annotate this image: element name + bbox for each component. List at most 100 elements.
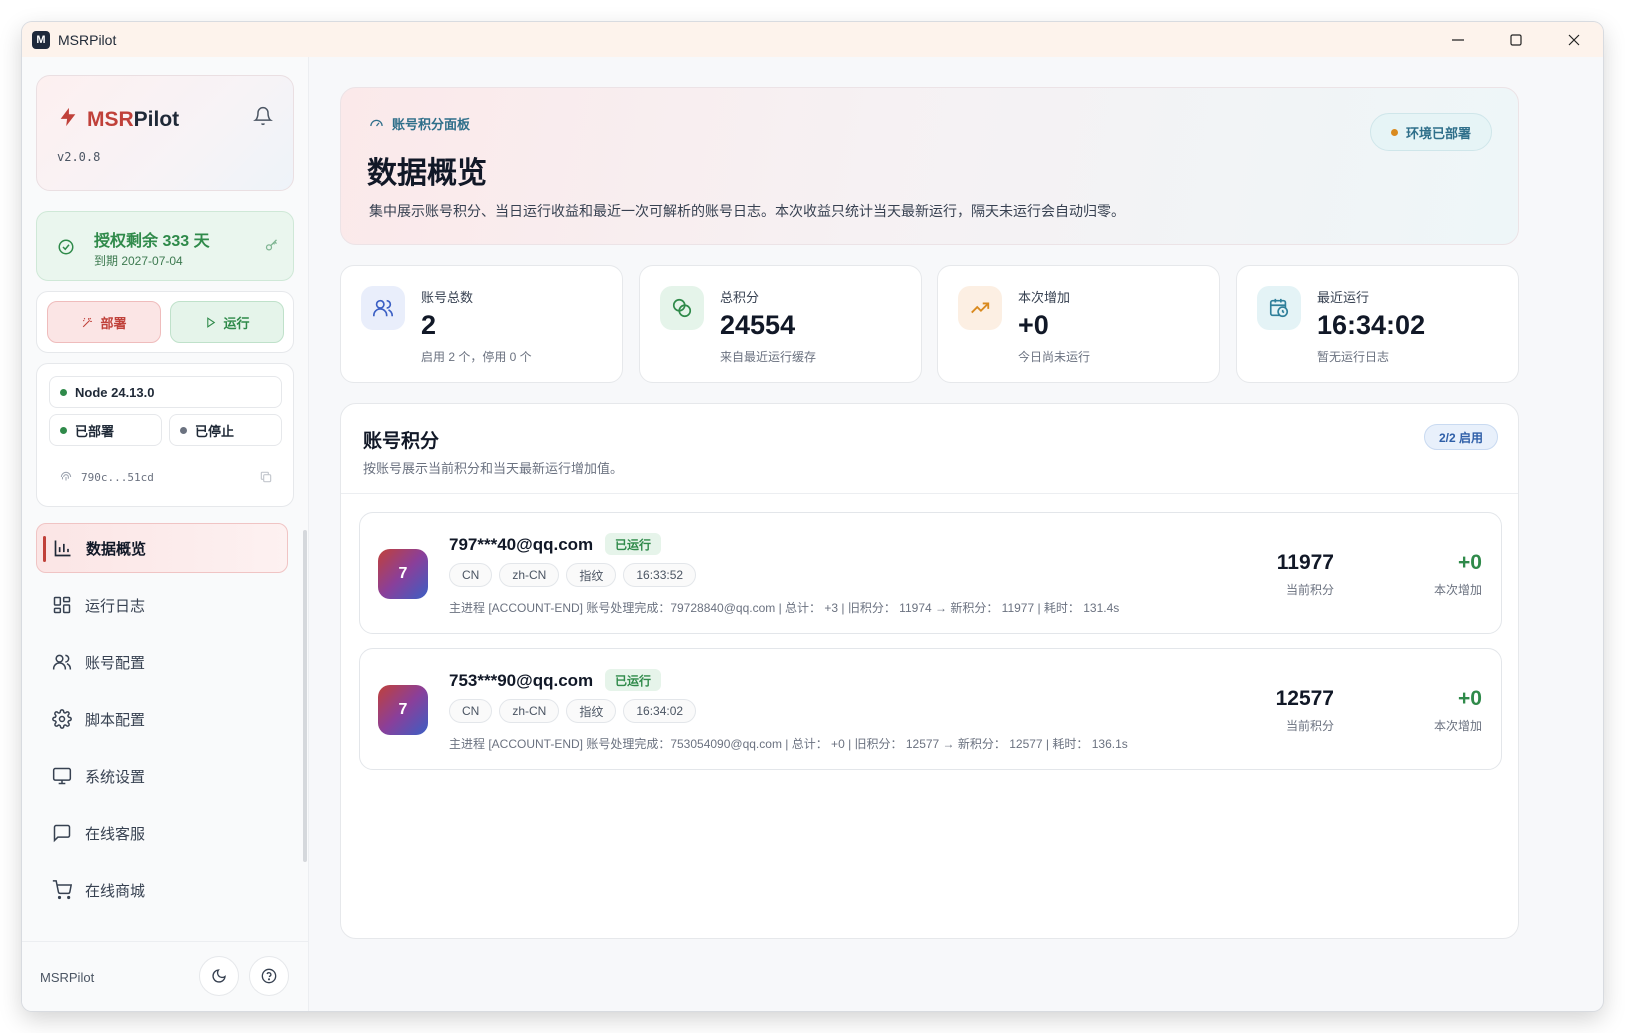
sidebar-item-scripts[interactable]: 脚本配置 [36, 694, 288, 744]
trending-up-icon [958, 286, 1002, 330]
dashboard-icon [53, 596, 71, 614]
help-button[interactable] [249, 956, 289, 996]
monitor-icon [52, 767, 72, 785]
page-description: 集中展示账号积分、当日运行收益和最近一次可解析的账号日志。本次收益只统计当天最新… [369, 203, 1125, 219]
points-label: 当前积分 [1285, 719, 1334, 733]
avatar: 7 [378, 549, 428, 599]
status-badge: 已运行 [605, 669, 662, 691]
maximize-button[interactable] [1487, 22, 1545, 57]
account-email: 797***40@qq.com [449, 535, 594, 554]
theme-toggle-button[interactable] [199, 956, 239, 996]
sidebar-item-label: 在线商城 [85, 882, 146, 900]
gear-icon [52, 709, 72, 729]
sidebar: MSRPilot v2.0.8 授权剩余 333 天 到期 2027-07-04… [22, 57, 309, 1011]
sidebar-item-label: 系统设置 [85, 768, 146, 786]
points-label: 当前积分 [1285, 583, 1334, 597]
key-icon[interactable] [264, 238, 279, 258]
account-chips: CN zh-CN 指纹 16:33:52 [449, 563, 703, 587]
deploy-button[interactable]: 部署 [47, 301, 161, 343]
bolt-icon [57, 106, 79, 133]
avatar: 7 [378, 685, 428, 735]
minimize-icon [1452, 38, 1464, 41]
increase-value: +0 [1458, 551, 1482, 574]
maximize-icon [1510, 33, 1522, 46]
sidebar-item-logs[interactable]: 运行日志 [36, 580, 288, 630]
license-expiry: 到期 2027-07-04 [94, 254, 183, 268]
help-icon [261, 968, 277, 984]
increase-value: +0 [1458, 687, 1482, 710]
account-email: 753***90@qq.com [449, 671, 594, 690]
bar-chart-icon [54, 540, 71, 557]
calendar-clock-icon [1257, 286, 1301, 330]
hero-tag-label: 账号积分面板 [392, 117, 471, 132]
sidebar-nav: 数据概览 运行日志 账号配置 脚本配置 系统设置 在线客服 在线商城 [36, 523, 288, 922]
account-log: 主进程 [ACCOUNT-END] 账号处理完成：753054090@qq.co… [449, 737, 1128, 751]
locale-chip: zh-CN [499, 699, 560, 723]
minimize-button[interactable] [1429, 22, 1487, 57]
sidebar-item-overview[interactable]: 数据概览 [36, 523, 288, 573]
license-card: 授权剩余 333 天 到期 2027-07-04 [36, 211, 294, 281]
account-row[interactable]: 7 753***90@qq.com 已运行 CN zh-CN 指纹 16:34:… [359, 648, 1502, 770]
close-icon [1568, 34, 1580, 45]
account-row[interactable]: 7 797***40@qq.com 已运行 CN zh-CN 指纹 16:33:… [359, 512, 1502, 634]
stat-value: 16:34:02 [1317, 310, 1426, 340]
sidebar-item-shop[interactable]: 在线商城 [36, 865, 288, 915]
brand-name-a: MSR [87, 107, 134, 131]
title-bar: M MSRPilot [22, 22, 1603, 57]
account-log: 主进程 [ACCOUNT-END] 账号处理完成：79728840@qq.com… [449, 601, 1120, 615]
stat-card-points: 总积分 24554 来自最近运行缓存 [639, 265, 922, 383]
stat-card-last-run: 最近运行 16:34:02 暂无运行日志 [1236, 265, 1519, 383]
copy-icon [260, 471, 272, 483]
sidebar-item-system[interactable]: 系统设置 [36, 751, 288, 801]
stopped-label: 已停止 [195, 423, 235, 439]
stat-label: 账号总数 [421, 290, 474, 305]
current-points: 11977 当前积分 [1277, 551, 1334, 598]
deploy-label: 部署 [100, 315, 127, 331]
panel-header: 账号积分 按账号展示当前积分和当天最新运行增加值。 2/2 启用 [341, 404, 1518, 494]
sidebar-scrollbar[interactable] [303, 530, 307, 862]
app-window: M MSRPilot MSRPilot v2.0.8 授权剩余 333 天 到期… [22, 22, 1603, 1011]
current-points: 12577 当前积分 [1276, 687, 1334, 734]
close-button[interactable] [1545, 22, 1603, 57]
node-version-label: Node 24.13.0 [75, 384, 155, 400]
users-icon [361, 286, 405, 330]
chat-icon [53, 824, 71, 843]
copy-button[interactable] [259, 470, 273, 489]
page-title: 数据概览 [367, 157, 487, 190]
notification-button[interactable] [253, 106, 273, 131]
brand-name-b: Pilot [133, 107, 180, 131]
sidebar-footer: MSRPilot [22, 941, 309, 1011]
fingerprint-chip: 指纹 [566, 699, 617, 723]
green-dot-icon [60, 388, 67, 396]
stat-sub: 暂无运行日志 [1317, 350, 1390, 364]
main-content: 账号积分面板 数据概览 集中展示账号积分、当日运行收益和最近一次可解析的账号日志… [310, 57, 1603, 1011]
run-button[interactable]: 运行 [170, 301, 284, 343]
stat-sub: 启用 2 个，停用 0 个 [421, 350, 532, 364]
check-circle-icon [57, 238, 75, 261]
stat-card-accounts: 账号总数 2 启用 2 个，停用 0 个 [340, 265, 623, 383]
stat-label: 本次增加 [1018, 290, 1071, 305]
footer-app-name: MSRPilot [40, 970, 95, 985]
stat-label: 总积分 [720, 290, 760, 305]
sidebar-item-accounts[interactable]: 账号配置 [36, 637, 288, 687]
brand-card: MSRPilot v2.0.8 [36, 75, 294, 191]
account-chips: CN zh-CN 指纹 16:34:02 [449, 699, 703, 723]
green-dot-icon [60, 426, 67, 434]
hero-tag: 账号积分面板 [369, 114, 470, 133]
time-chip: 16:33:52 [623, 563, 697, 587]
points-value: 12577 [1275, 687, 1334, 710]
gray-dot-icon [180, 426, 187, 434]
run-label: 运行 [223, 315, 250, 331]
sidebar-item-support[interactable]: 在线客服 [36, 808, 288, 858]
window-title: MSRPilot [58, 31, 117, 48]
increase-label: 本次增加 [1433, 719, 1482, 733]
stat-value: 24554 [720, 310, 796, 340]
node-version-pill: Node 24.13.0 [49, 376, 282, 408]
enabled-count-badge: 2/2 启用 [1424, 424, 1498, 450]
status-badge: 已运行 [605, 533, 662, 555]
points-increase: +0 本次增加 [1434, 551, 1482, 598]
app-logo-icon: M [32, 30, 50, 49]
orange-dot-icon [1390, 128, 1398, 136]
users-icon [52, 654, 72, 670]
sidebar-item-label: 运行日志 [85, 597, 146, 615]
